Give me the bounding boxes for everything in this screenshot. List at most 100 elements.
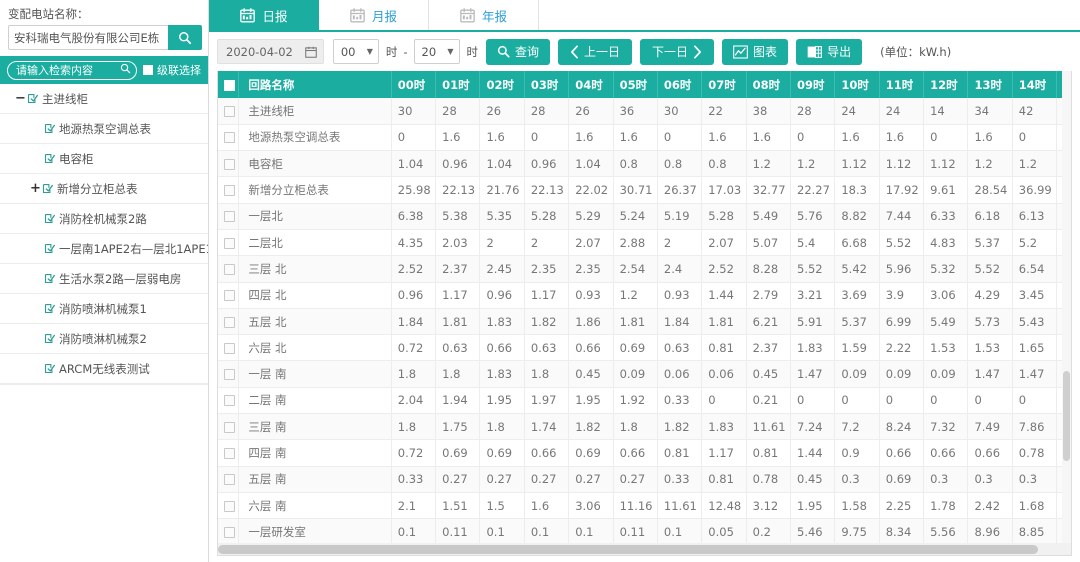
table-row[interactable]: 一层北6.385.385.355.285.295.245.195.285.495… — [218, 203, 1072, 229]
value-cell: 1.95 — [569, 387, 613, 413]
row-select-cell[interactable] — [218, 414, 239, 440]
tree-item-6[interactable]: 生活水泵2路—层弱电房 — [0, 264, 208, 294]
row-select-cell[interactable] — [218, 203, 239, 229]
row-select-cell[interactable] — [218, 256, 239, 282]
query-button[interactable]: 查询 — [486, 39, 550, 65]
tree-item-7[interactable]: 消防喷淋机械泵1 — [0, 294, 208, 324]
table-row[interactable]: 五层 南0.330.270.270.270.270.270.330.810.78… — [218, 466, 1072, 492]
row-checkbox[interactable] — [224, 264, 235, 275]
tree-item-8[interactable]: 消防喷淋机械泵2 — [0, 324, 208, 354]
row-select-cell[interactable] — [218, 492, 239, 518]
station-name-input[interactable]: 安科瑞电气股份有限公司E栋 — [8, 25, 168, 50]
row-checkbox[interactable] — [224, 317, 235, 328]
hour-to-select[interactable]: 20 ▼ — [414, 39, 460, 64]
row-select-cell[interactable] — [218, 440, 239, 466]
hour-from-select[interactable]: 00 ▼ — [333, 39, 379, 64]
tree-item-5[interactable]: 一层南1APE2右—层北1APE1左 — [0, 234, 208, 264]
value-cell: 3.06 — [924, 282, 968, 308]
collapse-icon[interactable]: − — [14, 92, 27, 105]
row-checkbox[interactable] — [224, 343, 235, 354]
tree-item-1[interactable]: 地源热泵空调总表 — [0, 114, 208, 144]
tree-filter-input[interactable]: 请输入检索内容 — [7, 61, 137, 80]
value-cell: 8.85 — [1012, 519, 1056, 543]
value-cell: 0.3 — [968, 466, 1012, 492]
tree-item-9[interactable]: ARCM无线表测试 — [0, 354, 208, 384]
tree-item-2[interactable]: 电容柜 — [0, 144, 208, 174]
select-all-header[interactable] — [218, 71, 239, 98]
row-checkbox[interactable] — [224, 290, 235, 301]
table-row[interactable]: 六层 北0.720.630.660.630.660.690.630.812.37… — [218, 335, 1072, 361]
tree-item-4[interactable]: 消防栓机械泵2路 — [0, 204, 208, 234]
row-select-cell[interactable] — [218, 124, 239, 150]
table-row[interactable]: 一层 南1.81.81.831.80.450.090.060.060.451.4… — [218, 361, 1072, 387]
table-row[interactable]: 四层 北0.961.170.961.170.931.20.931.442.793… — [218, 282, 1072, 308]
row-checkbox[interactable] — [224, 106, 235, 117]
table-row[interactable]: 二层 南2.041.941.951.971.951.920.3300.21000… — [218, 387, 1072, 413]
table-horizontal-scrollbar[interactable] — [217, 543, 1072, 556]
table-row[interactable]: 地源热泵空调总表01.61.601.61.601.61.601.61.601.6… — [218, 124, 1072, 150]
date-picker[interactable]: 2020-04-02 — [217, 39, 324, 64]
row-checkbox[interactable] — [224, 448, 235, 459]
value-cell: 1.83 — [791, 335, 835, 361]
table-row[interactable]: 二层北4.352.03222.072.8822.075.075.46.685.5… — [218, 229, 1072, 255]
table-row[interactable]: 五层 北1.841.811.831.821.861.811.841.816.21… — [218, 308, 1072, 334]
tree-item-3[interactable]: +新增分立柜总表 — [0, 174, 208, 204]
value-cell: 0.81 — [702, 335, 746, 361]
tree-item-0[interactable]: −主进线柜 — [0, 84, 208, 114]
row-checkbox[interactable] — [224, 422, 235, 433]
table-row[interactable]: 三层 北2.522.372.452.352.352.542.42.528.285… — [218, 256, 1072, 282]
table-row[interactable]: 三层 南1.81.751.81.741.821.81.821.8311.617.… — [218, 414, 1072, 440]
vertical-scroll-thumb[interactable] — [1063, 371, 1070, 461]
row-select-cell[interactable] — [218, 151, 239, 177]
row-checkbox[interactable] — [224, 527, 235, 538]
value-cell: 1.82 — [524, 308, 568, 334]
tab-monthly[interactable]: 月报 — [319, 0, 429, 30]
row-select-cell[interactable] — [218, 335, 239, 361]
value-cell: 1.65 — [1012, 335, 1056, 361]
row-select-cell[interactable] — [218, 466, 239, 492]
chart-button[interactable]: 图表 — [722, 39, 788, 65]
row-checkbox[interactable] — [224, 211, 235, 222]
table-row[interactable]: 主进线柜302826282636302238282424143442444844… — [218, 98, 1072, 124]
row-checkbox[interactable] — [224, 501, 235, 512]
row-checkbox[interactable] — [224, 395, 235, 406]
value-cell: 1.2 — [746, 151, 790, 177]
row-select-cell[interactable] — [218, 229, 239, 255]
tab-yearly[interactable]: 年报 — [429, 0, 539, 30]
table-row[interactable]: 一层研发室0.10.110.10.10.10.110.10.050.25.469… — [218, 519, 1072, 543]
row-select-cell[interactable] — [218, 308, 239, 334]
row-select-cell[interactable] — [218, 519, 239, 543]
row-checkbox[interactable] — [224, 159, 235, 170]
row-checkbox[interactable] — [224, 238, 235, 249]
table-row[interactable]: 电容柜1.040.961.040.961.040.80.80.81.21.21.… — [218, 151, 1072, 177]
row-checkbox[interactable] — [224, 185, 235, 196]
table-row[interactable]: 新增分立柜总表25.9822.1321.7622.1322.0230.7126.… — [218, 177, 1072, 203]
value-cell: 26 — [569, 98, 613, 124]
table-row[interactable]: 六层 南2.11.511.51.63.0611.1611.6112.483.12… — [218, 492, 1072, 518]
prev-day-button[interactable]: 上一日 — [558, 39, 632, 65]
cascade-checkbox[interactable] — [143, 65, 153, 75]
row-checkbox[interactable] — [224, 369, 235, 380]
tab-daily[interactable]: 日报 — [209, 0, 319, 30]
row-select-cell[interactable] — [218, 387, 239, 413]
value-cell: 0 — [924, 387, 968, 413]
row-select-cell[interactable] — [218, 361, 239, 387]
export-button[interactable]: 导出 — [796, 39, 862, 65]
station-search-button[interactable] — [168, 25, 202, 50]
value-cell: 17.03 — [702, 177, 746, 203]
row-select-cell[interactable] — [218, 282, 239, 308]
row-select-cell[interactable] — [218, 177, 239, 203]
value-cell: 0.78 — [746, 466, 790, 492]
circuit-name-cell: 三层 南 — [239, 414, 391, 440]
row-checkbox[interactable] — [224, 132, 235, 143]
value-cell: 24 — [835, 98, 879, 124]
next-day-button[interactable]: 下一日 — [640, 39, 714, 65]
row-checkbox[interactable] — [224, 474, 235, 485]
select-all-checkbox[interactable] — [224, 80, 235, 91]
expand-icon[interactable]: + — [29, 182, 42, 195]
horizontal-scroll-thumb[interactable] — [218, 545, 1038, 554]
row-select-cell[interactable] — [218, 98, 239, 124]
cascade-select-toggle[interactable]: 级联选择 — [143, 62, 201, 78]
table-row[interactable]: 四层 南0.720.690.690.660.690.660.811.170.81… — [218, 440, 1072, 466]
table-vertical-scrollbar[interactable] — [1062, 71, 1071, 543]
